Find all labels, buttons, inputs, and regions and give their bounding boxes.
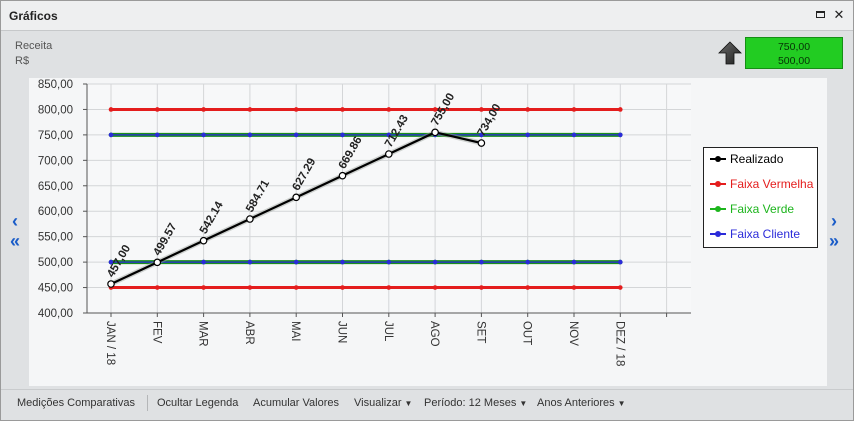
series-point-faixa-cliente — [340, 259, 345, 265]
toolbar-divider — [147, 395, 148, 411]
y-tick-label: 650,00 — [38, 181, 73, 193]
series-point-faixa-cliente — [525, 132, 530, 138]
y-tick-label: 550,00 — [38, 232, 73, 244]
series-point-faixa-cliente — [247, 259, 253, 265]
x-tick-label: OUT — [521, 321, 533, 345]
series-point-faixa-vermelha — [340, 107, 345, 112]
series-point-faixa-vermelha — [201, 285, 206, 290]
series-point-faixa-vermelha — [201, 107, 206, 112]
series-point-faixa-vermelha — [386, 107, 392, 112]
series-point-faixa-cliente — [525, 259, 530, 265]
previous-icon[interactable]: ‹ — [12, 212, 18, 230]
x-tick-label: JAN / 18 — [104, 321, 116, 365]
visualize-label: Visualizar — [354, 397, 402, 409]
series-point-faixa-vermelha — [618, 107, 623, 112]
series-point-faixa-vermelha — [108, 107, 114, 112]
series-point-faixa-vermelha — [571, 107, 577, 112]
comparative-measurements-button[interactable]: Medições Comparativas — [17, 397, 135, 409]
series-point-faixa-vermelha — [155, 107, 160, 112]
caret-down-icon: ▼ — [519, 399, 528, 408]
series-point-faixa-vermelha — [432, 285, 438, 290]
hide-legend-button[interactable]: Ocultar Legenda — [157, 397, 238, 409]
series-point-realizado — [384, 150, 393, 158]
caret-down-icon: ▼ — [617, 399, 626, 408]
x-tick-label: FEV — [150, 321, 162, 344]
legend-label: Faixa Cliente — [730, 227, 801, 241]
period-label: Período: 12 Meses — [424, 397, 517, 409]
series-point-faixa-cliente — [201, 132, 206, 138]
series-point-realizado — [431, 128, 439, 137]
legend-label: Faixa Verde — [730, 202, 795, 216]
legend-label: Faixa Vermelha — [730, 177, 814, 191]
y-tick-label: 850,00 — [38, 79, 73, 91]
first-icon[interactable]: « — [10, 232, 20, 250]
series-point-faixa-cliente — [201, 259, 206, 265]
series-point-faixa-cliente — [247, 132, 253, 138]
series-point-realizado — [246, 215, 254, 223]
x-tick-label: JUN — [336, 321, 348, 343]
series-point-realizado — [477, 139, 486, 147]
series-point-faixa-vermelha — [293, 107, 299, 112]
x-tick-label: AGO — [428, 321, 440, 347]
series-point-realizado — [107, 280, 115, 288]
x-tick-label: JUL — [382, 321, 394, 342]
series-point-faixa-cliente — [340, 132, 345, 138]
series-point-faixa-cliente — [155, 132, 160, 138]
series-point-faixa-vermelha — [618, 285, 623, 290]
y-tick-label: 500,00 — [38, 257, 73, 269]
series-point-faixa-vermelha — [386, 285, 392, 290]
series-point-realizado — [199, 236, 208, 245]
series-point-faixa-cliente — [386, 259, 392, 265]
accumulate-values-button[interactable]: Acumular Valores — [253, 397, 339, 409]
chart-legend: Realizado Faixa Vermelha Faixa Verde Fai… — [703, 147, 818, 248]
period-dropdown[interactable]: Período: 12 Meses ▼ — [424, 397, 527, 409]
x-tick-label: SET — [474, 321, 486, 343]
y-tick-label: 800,00 — [38, 104, 73, 116]
series-point-faixa-vermelha — [247, 107, 253, 112]
series-point-faixa-vermelha — [155, 285, 160, 290]
series-point-faixa-vermelha — [525, 285, 530, 290]
series-point-faixa-vermelha — [247, 285, 253, 290]
series-point-faixa-cliente — [618, 132, 623, 138]
next-icon[interactable]: › — [831, 212, 837, 230]
visualize-dropdown[interactable]: Visualizar ▼ — [354, 397, 412, 409]
series-point-faixa-cliente — [293, 259, 299, 265]
series-point-faixa-cliente — [108, 132, 114, 138]
legend-label: Realizado — [730, 152, 784, 166]
series-point-faixa-vermelha — [340, 285, 345, 290]
series-point-faixa-vermelha — [479, 285, 484, 290]
x-tick-label: MAR — [197, 321, 209, 347]
x-tick-label: MAI — [289, 321, 301, 341]
series-point-faixa-cliente — [432, 259, 438, 265]
y-tick-label: 400,00 — [38, 308, 73, 320]
last-icon[interactable]: » — [829, 232, 839, 250]
series-point-faixa-cliente — [571, 259, 577, 265]
x-tick-label: DEZ / 18 — [613, 321, 625, 366]
series-point-faixa-vermelha — [293, 285, 299, 290]
series-point-faixa-cliente — [571, 132, 577, 138]
series-point-faixa-cliente — [479, 259, 484, 265]
y-tick-label: 700,00 — [38, 155, 73, 167]
y-tick-label: 600,00 — [38, 206, 73, 218]
series-point-faixa-cliente — [293, 132, 299, 138]
series-point-faixa-vermelha — [525, 107, 530, 112]
bottom-toolbar: Medições Comparativas Ocultar Legenda Ac… — [1, 389, 853, 420]
x-tick-label: NOV — [567, 321, 579, 346]
y-tick-label: 450,00 — [38, 283, 73, 295]
x-tick-label: ABR — [243, 321, 255, 345]
previous-years-dropdown[interactable]: Anos Anteriores ▼ — [537, 397, 626, 409]
series-point-faixa-vermelha — [571, 285, 577, 290]
series-point-realizado — [338, 171, 347, 180]
caret-down-icon: ▼ — [404, 399, 413, 408]
series-point-faixa-cliente — [618, 259, 623, 265]
charts-window: Gráficos ✕ Receita R$ 750,00 500,00 400,… — [0, 0, 854, 421]
previous-years-label: Anos Anteriores — [537, 397, 615, 409]
y-tick-label: 750,00 — [38, 130, 73, 142]
series-point-faixa-vermelha — [479, 107, 484, 112]
series-point-realizado — [292, 193, 301, 202]
series-point-realizado — [153, 258, 162, 267]
